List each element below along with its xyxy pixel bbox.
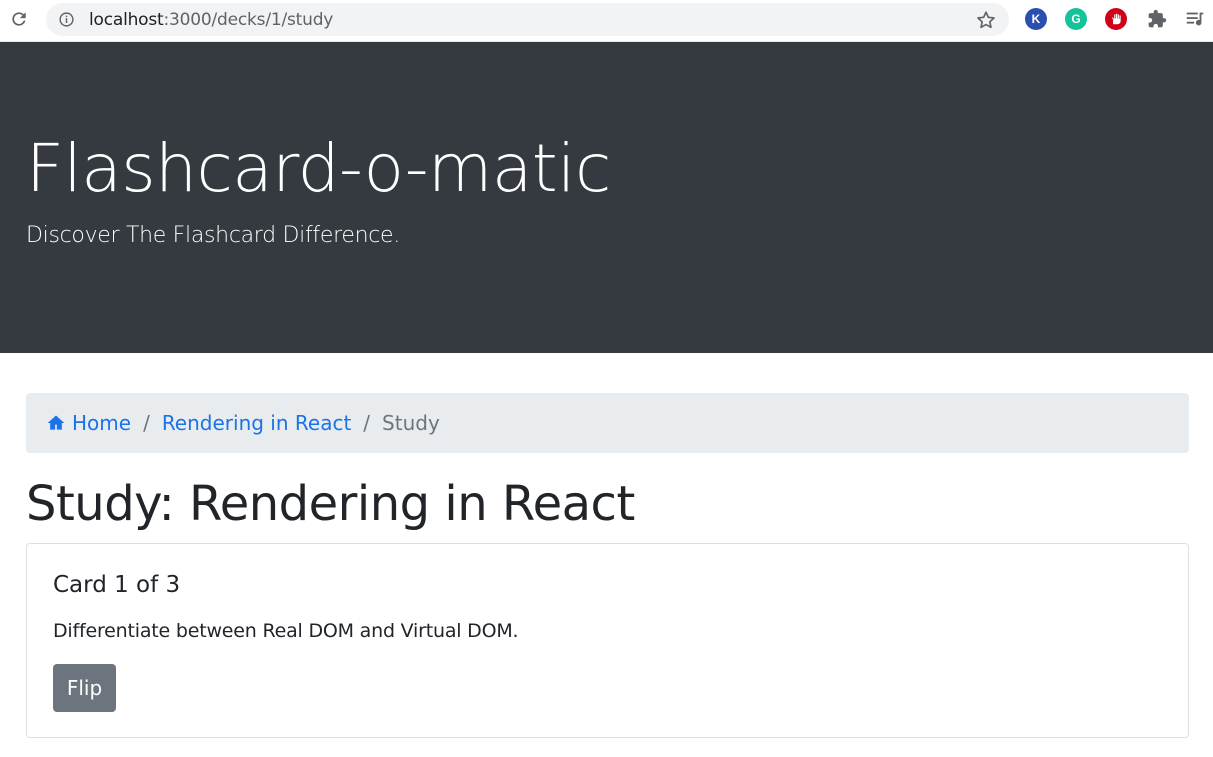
breadcrumb-separator: /: [363, 411, 371, 435]
reload-icon[interactable]: [8, 8, 30, 30]
breadcrumb: Home / Rendering in React / Study: [26, 393, 1189, 453]
address-bar[interactable]: localhost:3000/decks/1/study: [46, 3, 1009, 36]
card-counter-title: Card 1 of 3: [53, 572, 181, 598]
flashcard: Card 1 of 3 Differentiate between Real D…: [26, 543, 1189, 738]
grammarly-extension-icon[interactable]: G: [1065, 8, 1087, 30]
bookmark-star-icon[interactable]: [975, 9, 997, 31]
url-text: localhost:3000/decks/1/study: [89, 10, 334, 30]
home-icon: [46, 413, 66, 433]
breadcrumb-current: Study: [382, 411, 440, 435]
app-title: Flashcard-o-matic: [26, 130, 611, 207]
extensions-puzzle-icon[interactable]: [1146, 8, 1168, 30]
browser-toolbar: localhost:3000/decks/1/study K G: [0, 0, 1213, 42]
extension-k-icon[interactable]: K: [1025, 8, 1047, 30]
info-icon[interactable]: [58, 11, 75, 28]
page-title: Study: Rendering in React: [26, 476, 635, 532]
card-front-text: Differentiate between Real DOM and Virtu…: [53, 620, 519, 642]
breadcrumb-home-link[interactable]: Home: [46, 411, 131, 435]
app-tagline: Discover The Flashcard Difference.: [26, 223, 400, 248]
breadcrumb-deck-link[interactable]: Rendering in React: [162, 411, 351, 435]
media-queue-icon[interactable]: [1184, 8, 1206, 30]
adblock-extension-icon[interactable]: [1105, 8, 1127, 30]
breadcrumb-separator: /: [143, 411, 150, 435]
flip-button[interactable]: Flip: [53, 664, 116, 712]
breadcrumb-home-label: Home: [72, 411, 132, 435]
jumbotron-header: Flashcard-o-matic Discover The Flashcard…: [0, 42, 1213, 353]
